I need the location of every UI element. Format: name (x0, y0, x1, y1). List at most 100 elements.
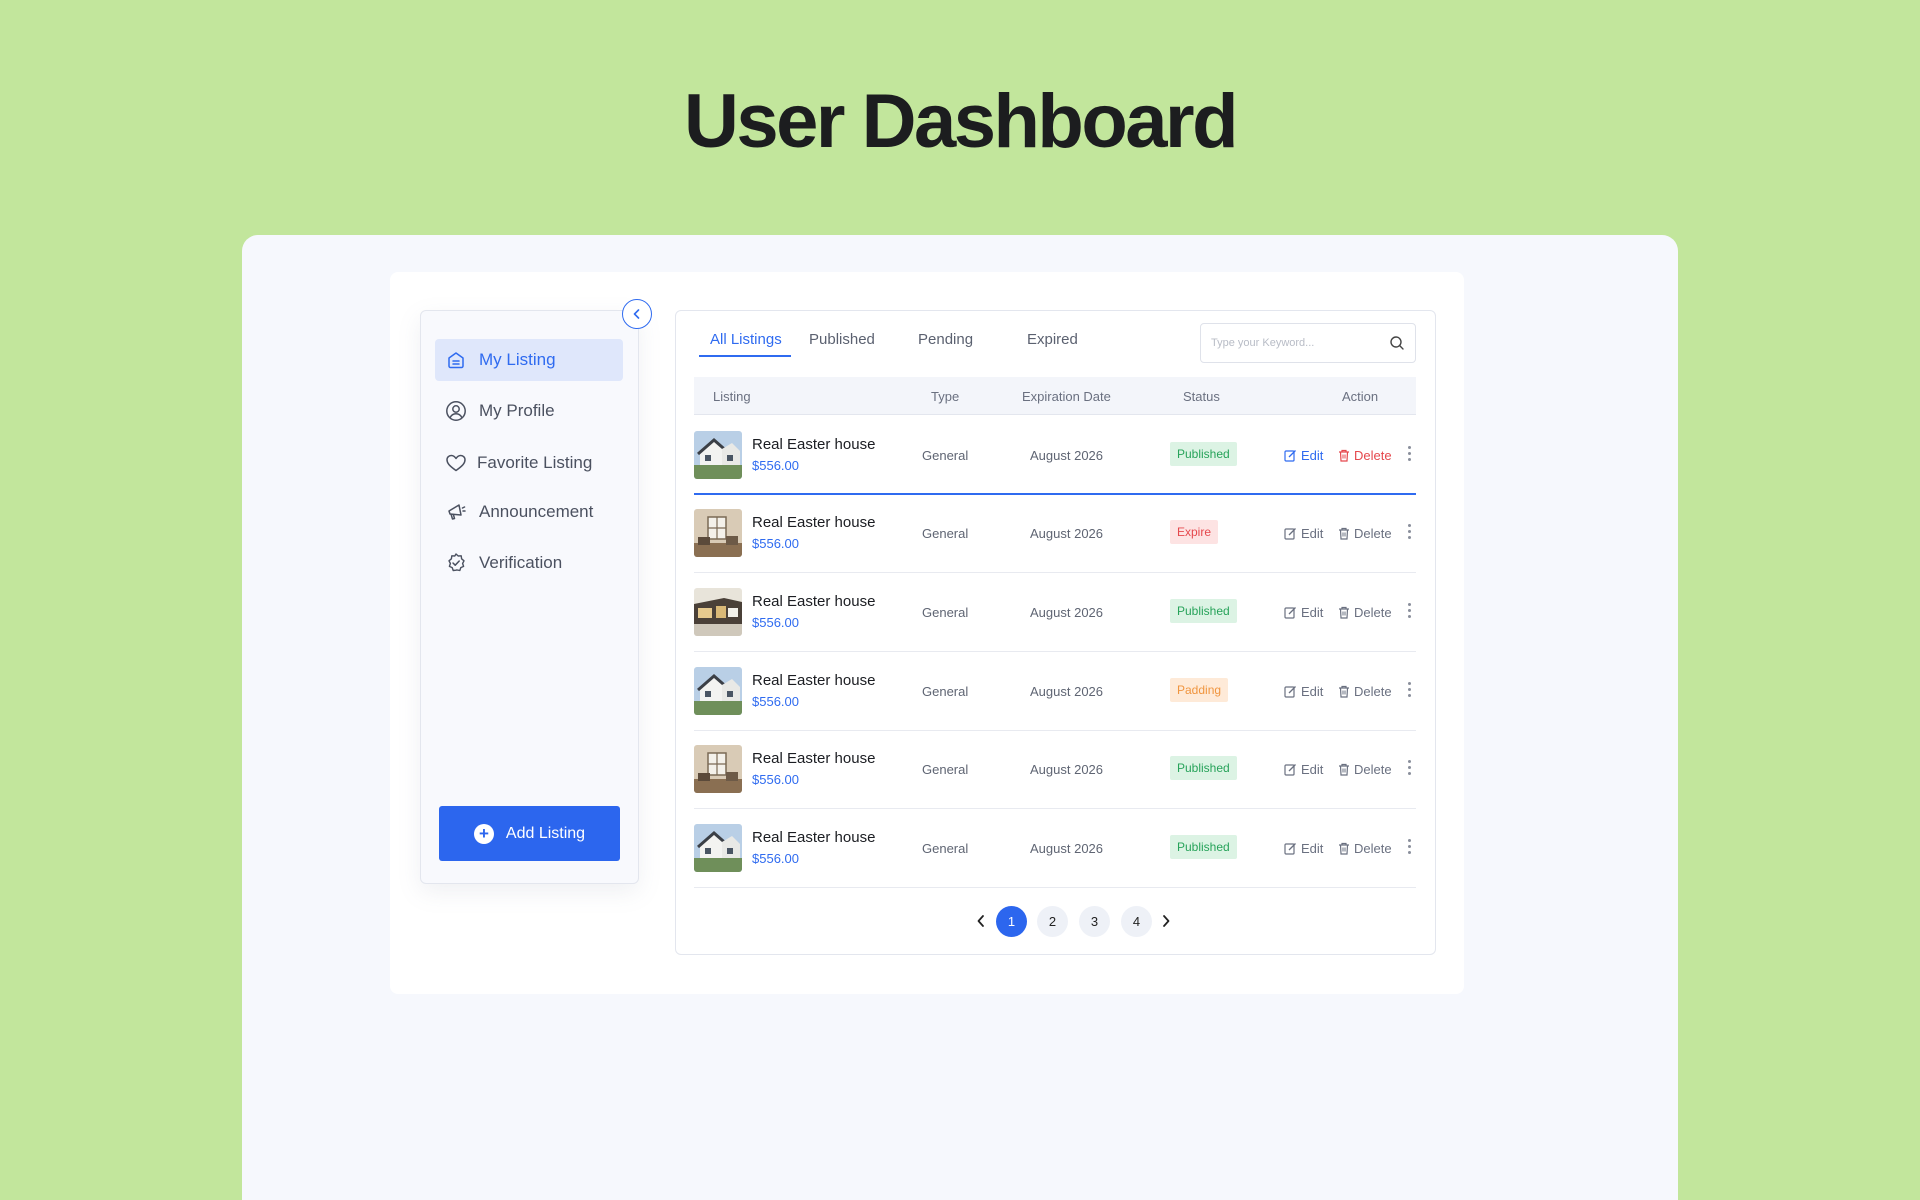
next-page-icon[interactable] (1161, 911, 1171, 934)
page-button-3[interactable]: 3 (1079, 906, 1110, 937)
status-badge: Expire (1170, 520, 1219, 544)
status-badge: Padding (1170, 678, 1229, 702)
listing-expiration: August 2026 (1030, 448, 1104, 463)
listing-price: $556.00 (752, 458, 799, 473)
page-button-2[interactable]: 2 (1037, 906, 1068, 937)
listing-expiration: August 2026 (1030, 605, 1104, 620)
sidebar-item-my-listing[interactable]: My Listing (435, 339, 623, 381)
table-row[interactable]: Real Easter house $556.00 General August… (694, 652, 1416, 731)
edit-button[interactable]: Edit (1284, 841, 1323, 856)
edit-button[interactable]: Edit (1284, 762, 1323, 777)
table-row[interactable]: Real Easter house $556.00 General August… (694, 809, 1416, 888)
table-row[interactable]: Real Easter house $556.00 General August… (694, 494, 1416, 573)
verified-badge-icon (445, 552, 467, 574)
delete-button[interactable]: Delete (1338, 684, 1392, 699)
delete-button[interactable]: Delete (1338, 448, 1392, 463)
tab-pending[interactable]: Pending (918, 331, 973, 359)
page-button-1[interactable]: 1 (996, 906, 1027, 937)
status-badge: Published (1170, 599, 1237, 623)
listing-type: General (922, 448, 969, 463)
listing-expiration: August 2026 (1030, 526, 1104, 541)
listing-name[interactable]: Real Easter house (752, 750, 875, 767)
trash-icon (1339, 606, 1349, 619)
listing-thumbnail (694, 509, 742, 557)
search-input[interactable] (1211, 337, 1389, 349)
listing-type: General (922, 526, 969, 541)
listing-price: $556.00 (752, 772, 799, 787)
sidebar-item-label: My Profile (479, 401, 555, 420)
header-status: Status (1183, 389, 1220, 404)
more-options-icon[interactable] (1408, 524, 1412, 539)
tab-expired[interactable]: Expired (1027, 331, 1078, 359)
user-circle-icon (445, 400, 467, 422)
listing-type: General (922, 841, 969, 856)
sidebar-item-label: Favorite Listing (477, 453, 593, 472)
edit-icon (1284, 450, 1296, 462)
add-listing-button[interactable]: + Add Listing (439, 806, 620, 861)
more-options-icon[interactable] (1408, 682, 1412, 697)
listing-type: General (922, 684, 969, 699)
listing-name[interactable]: Real Easter house (752, 514, 875, 531)
more-options-icon[interactable] (1408, 839, 1412, 854)
more-options-icon[interactable] (1408, 446, 1412, 461)
edit-button[interactable]: Edit (1284, 605, 1323, 620)
sidebar-item-announcement[interactable]: Announcement (435, 491, 623, 533)
listing-thumbnail (694, 588, 742, 636)
tab-published[interactable]: Published (809, 331, 875, 359)
chevron-left-icon (633, 309, 640, 319)
trash-icon (1339, 685, 1349, 698)
listing-thumbnail (694, 667, 742, 715)
add-listing-label: Add Listing (505, 824, 586, 842)
listing-name[interactable]: Real Easter house (752, 593, 875, 610)
delete-button[interactable]: Delete (1338, 605, 1392, 620)
delete-button[interactable]: Delete (1338, 762, 1392, 777)
more-options-icon[interactable] (1408, 603, 1412, 618)
listing-expiration: August 2026 (1030, 762, 1104, 777)
page-title: User Dashboard (683, 79, 1239, 164)
search-box (1200, 323, 1416, 363)
header-expiration-date: Expiration Date (1022, 389, 1111, 404)
more-options-icon[interactable] (1408, 760, 1412, 775)
prev-page-icon[interactable] (976, 911, 986, 934)
listing-name[interactable]: Real Easter house (752, 829, 875, 846)
table-header: Listing Type Expiration Date Status Acti… (694, 377, 1416, 415)
listing-price: $556.00 (752, 694, 799, 709)
sidebar-item-favorite-listing[interactable]: Favorite Listing (435, 442, 623, 484)
status-badge: Published (1170, 756, 1237, 780)
listing-price: $556.00 (752, 851, 799, 866)
home-icon (445, 349, 467, 371)
edit-button[interactable]: Edit (1284, 448, 1323, 463)
megaphone-icon (445, 501, 467, 523)
listing-type: General (922, 605, 969, 620)
listing-price: $556.00 (752, 536, 799, 551)
table-row[interactable]: Real Easter house $556.00 General August… (694, 730, 1416, 809)
sidebar-item-verification[interactable]: Verification (435, 542, 623, 584)
delete-button[interactable]: Delete (1338, 841, 1392, 856)
collapse-sidebar-button[interactable] (622, 299, 652, 329)
sidebar-item-label: My Listing (479, 350, 556, 369)
table-row[interactable]: Real Easter house $556.00 General August… (694, 416, 1416, 495)
trash-icon (1339, 763, 1349, 776)
plus-circle-icon: + (473, 823, 494, 844)
listing-expiration: August 2026 (1030, 841, 1104, 856)
header-action: Action (1342, 389, 1379, 404)
edit-button[interactable]: Edit (1284, 684, 1323, 699)
sidebar-item-my-profile[interactable]: My Profile (435, 390, 623, 432)
page-button-4[interactable]: 4 (1121, 906, 1152, 937)
search-icon[interactable] (1389, 335, 1405, 351)
sidebar-item-label: Verification (479, 553, 563, 572)
table-row[interactable]: Real Easter house $556.00 General August… (694, 573, 1416, 652)
delete-button[interactable]: Delete (1338, 526, 1392, 541)
listing-name[interactable]: Real Easter house (752, 436, 875, 453)
listing-thumbnail (694, 431, 742, 479)
listing-expiration: August 2026 (1030, 684, 1104, 699)
header-listing: Listing (713, 389, 751, 404)
active-tab-indicator (699, 355, 791, 357)
edit-button[interactable]: Edit (1284, 526, 1323, 541)
trash-icon (1339, 842, 1349, 855)
listing-type: General (922, 762, 969, 777)
trash-icon (1339, 527, 1349, 540)
edit-icon (1284, 607, 1296, 619)
listing-name[interactable]: Real Easter house (752, 672, 875, 689)
edit-icon (1284, 686, 1296, 698)
